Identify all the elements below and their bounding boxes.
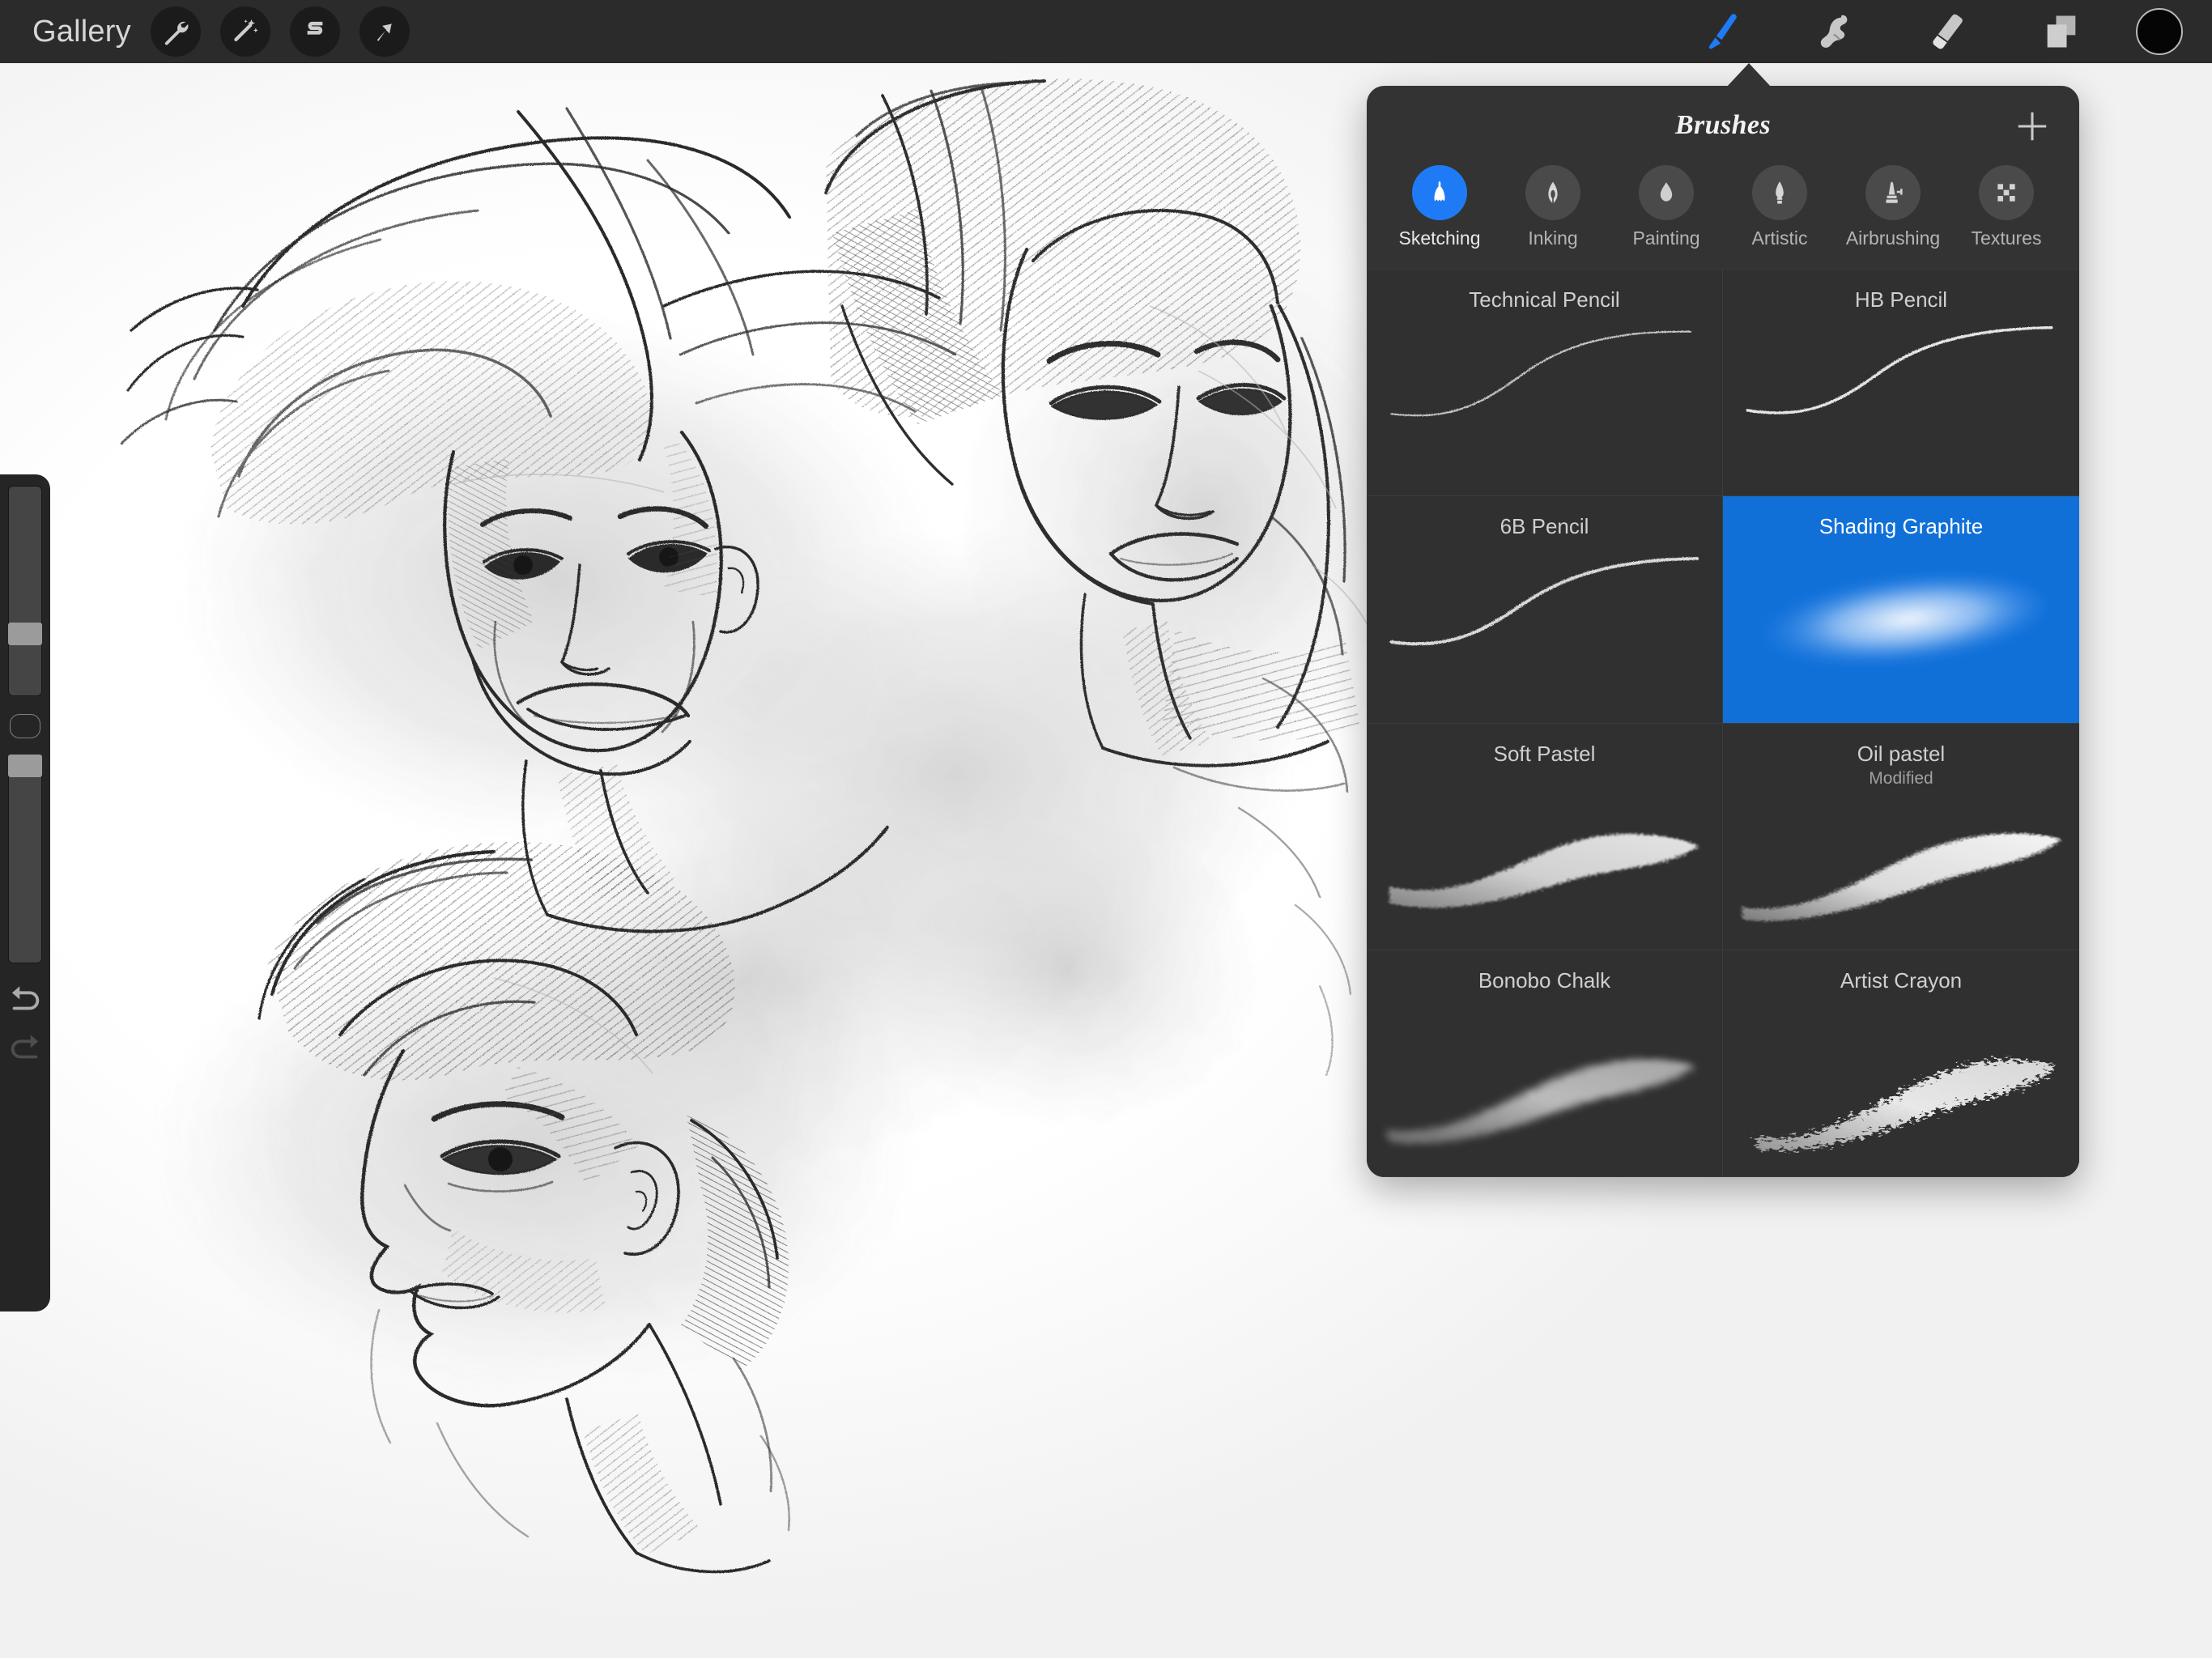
category-airbrushing[interactable]: Airbrushing: [1836, 165, 1950, 269]
brush-name: Artist Crayon: [1840, 967, 1963, 993]
category-icon-bg: [1752, 165, 1807, 220]
selection-s-icon: [307, 21, 323, 35]
category-label: Artistic: [1751, 227, 1808, 249]
brush-item[interactable]: Artist Crayon: [1723, 950, 2079, 1177]
brush-item[interactable]: Bonobo Chalk: [1367, 950, 1723, 1177]
category-label: Textures: [1971, 227, 2042, 249]
brushes-panel-header: Brushes: [1367, 86, 2079, 165]
nib-pen-icon: [1548, 181, 1558, 204]
opacity-slider[interactable]: [7, 755, 42, 963]
arrow-transform-icon: [376, 23, 392, 41]
gallery-button[interactable]: Gallery: [32, 15, 131, 49]
magic-wand-icon: [234, 19, 258, 42]
brush-name: Oil pastel: [1857, 741, 1946, 766]
brush-name: HB Pencil: [1854, 287, 1948, 312]
eraser-icon: [1933, 14, 1963, 49]
erase-tool-button[interactable]: [1891, 0, 2005, 63]
category-inking[interactable]: Inking: [1496, 165, 1610, 269]
add-brush-button[interactable]: [2013, 107, 2052, 146]
airbrush-icon: [1886, 181, 1903, 203]
selection-button[interactable]: [289, 6, 340, 57]
toolbar-left-group: Gallery: [0, 6, 410, 57]
transform-button[interactable]: [359, 6, 410, 57]
paintbrush-icon: [1708, 14, 1737, 49]
category-icon-bg: [1639, 165, 1694, 220]
brushes-panel: Brushes Sketching Inking Painting Artist…: [1367, 86, 2079, 1177]
paint-drop-icon: [1660, 182, 1673, 202]
brush-item[interactable]: Oil pastel Modified: [1723, 723, 2079, 950]
panel-pointer-triangle: [1726, 63, 1772, 87]
category-painting[interactable]: Painting: [1610, 165, 1723, 269]
brush-name: Bonobo Chalk: [1478, 967, 1611, 993]
wrench-icon: [164, 21, 189, 45]
brush-name: Soft Pastel: [1493, 741, 1596, 766]
category-icon-bg: [1865, 165, 1921, 220]
layers-icon: [2047, 15, 2076, 48]
category-artistic[interactable]: Artistic: [1723, 165, 1836, 269]
brush-size-slider[interactable]: [7, 486, 42, 696]
brush-item-selected[interactable]: Shading Graphite: [1723, 496, 2079, 724]
brush-size-knob[interactable]: [7, 623, 42, 645]
brush-name: Technical Pencil: [1469, 287, 1620, 312]
layers-button[interactable]: [2005, 0, 2118, 63]
category-icon-bg: [1525, 165, 1580, 220]
plus-icon: [2018, 112, 2047, 141]
brush-item[interactable]: 6B Pencil: [1367, 496, 1723, 724]
top-toolbar: Gallery: [0, 0, 2212, 63]
actions-wrench-button[interactable]: [150, 6, 201, 57]
pencil-tip-icon: [1434, 181, 1445, 202]
smudge-finger-icon: [1820, 15, 1848, 48]
texture-dots-icon: [1997, 184, 2015, 202]
toolbar-right-group: [1665, 0, 2212, 63]
adjustments-wand-button[interactable]: [219, 6, 270, 57]
brush-name: Shading Graphite: [1819, 514, 1984, 539]
brush-subtitle: Modified: [1869, 768, 1933, 788]
brush-categories: Sketching Inking Painting Artistic Airbr…: [1367, 165, 2079, 269]
color-swatch-button[interactable]: [2136, 8, 2183, 55]
category-label: Airbrushing: [1845, 227, 1941, 249]
procreate-app: Gallery Brushes Sketching Inking Paintin…: [0, 0, 2212, 1658]
brush-grid: Technical Pencil HB Pencil 6B Pencil Sha…: [1367, 269, 2079, 1177]
category-label: Inking: [1528, 227, 1578, 249]
category-sketching[interactable]: Sketching: [1383, 165, 1496, 269]
smudge-tool-button[interactable]: [1778, 0, 1891, 63]
brush-tip-icon: [1776, 181, 1784, 204]
brush-item[interactable]: Soft Pastel: [1367, 723, 1723, 950]
undo-icon[interactable]: [6, 983, 44, 1015]
paint-tool-button[interactable]: [1665, 0, 1778, 63]
opacity-knob[interactable]: [7, 755, 42, 777]
category-textures[interactable]: Textures: [1950, 165, 2063, 269]
left-sidebar: [0, 474, 50, 1312]
category-icon-bg: [1979, 165, 2034, 220]
category-label: Sketching: [1398, 227, 1481, 249]
redo-icon[interactable]: [6, 1031, 44, 1064]
brush-name: 6B Pencil: [1499, 514, 1589, 539]
category-icon-bg: [1412, 165, 1467, 220]
brushes-title: Brushes: [1674, 110, 1772, 140]
undo-redo-group: [6, 983, 44, 1064]
category-label: Painting: [1632, 227, 1700, 249]
brush-item[interactable]: Technical Pencil: [1367, 270, 1723, 497]
modify-button[interactable]: [10, 714, 40, 738]
brush-item[interactable]: HB Pencil: [1723, 270, 2079, 497]
